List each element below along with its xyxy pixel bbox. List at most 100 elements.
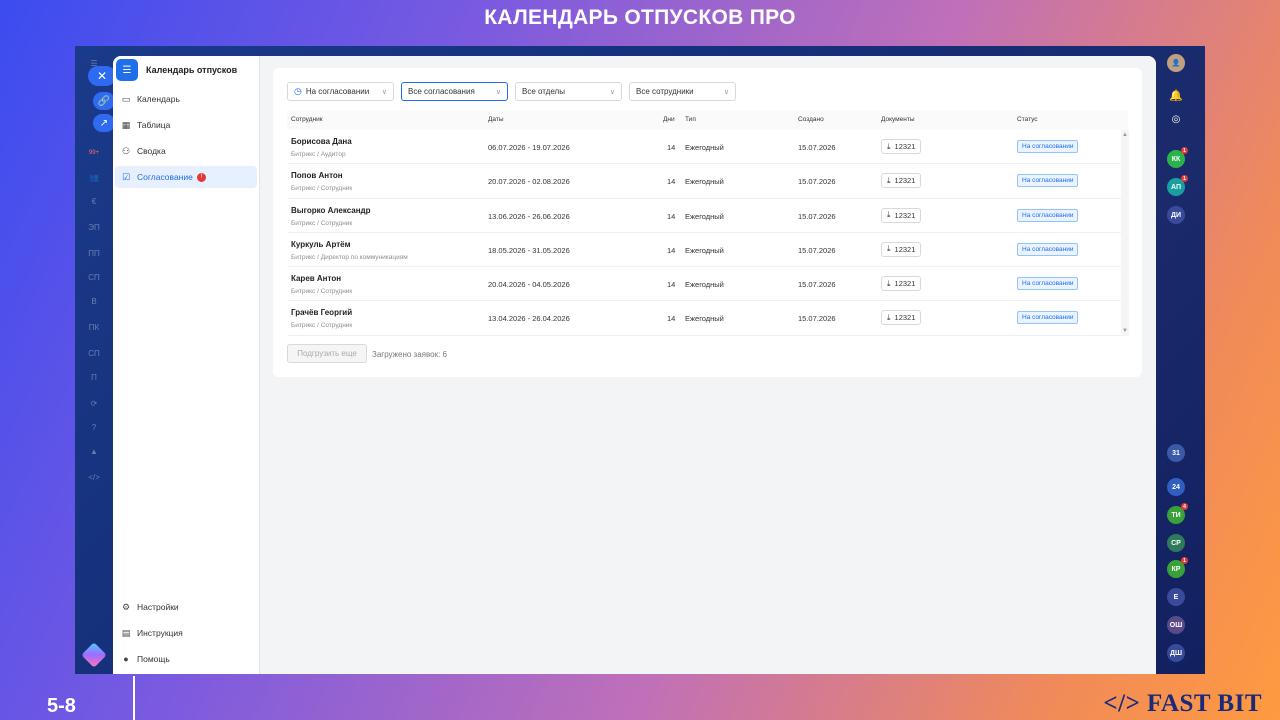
- download-icon: ⤓: [887, 210, 891, 220]
- document-button[interactable]: ⤓ 12321: [881, 241, 922, 257]
- chat-avatar[interactable]: СР: [1167, 534, 1185, 552]
- vacation-type: Ежегодный: [685, 177, 724, 187]
- rail-item-v[interactable]: В: [85, 292, 103, 310]
- table-row[interactable]: Карев Антон Битрикс / Сотрудник 20.04.2026…: [287, 267, 1128, 302]
- employees-filter-value: Все сотрудники: [636, 87, 694, 96]
- status-badge: На согласовании: [1017, 311, 1079, 325]
- download-icon: ⤓: [887, 278, 891, 288]
- chat-avatar[interactable]: ОШ: [1167, 616, 1185, 634]
- employee-name[interactable]: Попов Антон: [291, 171, 343, 180]
- departments-filter[interactable]: Все отделы ∨: [515, 82, 622, 101]
- summary-icon: ⚇: [121, 145, 131, 156]
- rail-item-pp[interactable]: ПП: [85, 244, 103, 262]
- employee-name[interactable]: Борисова Дана: [291, 137, 352, 146]
- sidebar-item-calendar[interactable]: ▭ Календарь: [115, 88, 257, 110]
- col-created[interactable]: Создано: [798, 116, 824, 123]
- calendar-icon: ▭: [121, 93, 131, 104]
- bitrix-logo-icon[interactable]: [81, 642, 107, 668]
- avatar-initials: КР: [1171, 565, 1181, 573]
- approvals-filter[interactable]: Все согласования ∨: [401, 82, 508, 101]
- sidebar-item-approval[interactable]: ☑ Согласование !: [115, 166, 257, 188]
- rail-item-p[interactable]: П: [85, 368, 103, 386]
- tasks-badge[interactable]: 99+: [85, 144, 103, 162]
- avatar-initials: КК: [1171, 155, 1181, 163]
- load-more-button[interactable]: Подгрузить еще: [287, 344, 367, 363]
- sidebar-item-settings[interactable]: ⚙ Настройки: [115, 596, 257, 618]
- col-status[interactable]: Статус: [1017, 116, 1038, 123]
- employee-role: Битрикс / Сотрудник: [291, 219, 353, 227]
- approvals-card: ◷ На согласовании ∨ Все согласования ∨ Вс…: [273, 68, 1142, 377]
- col-dates[interactable]: Даты: [488, 116, 504, 123]
- employee-name[interactable]: Грачёв Георгий: [291, 308, 352, 317]
- bell-icon[interactable]: 🔔: [1167, 86, 1185, 104]
- book-icon: ▤: [121, 627, 131, 638]
- table-scrollbar[interactable]: ▲ ▼: [1121, 130, 1129, 336]
- sidebar-item-summary[interactable]: ⚇ Сводка: [115, 140, 257, 162]
- chat-avatar[interactable]: ТИ 4: [1167, 503, 1188, 524]
- chat-avatar[interactable]: 24: [1167, 478, 1185, 496]
- unread-badge: 1: [1181, 557, 1188, 564]
- document-button[interactable]: ⤓ 12321: [881, 310, 922, 326]
- chat-avatar[interactable]: ДИ: [1167, 206, 1185, 224]
- rail-item-pk[interactable]: ПК: [85, 318, 103, 336]
- chat-avatar[interactable]: КК 1: [1167, 147, 1188, 168]
- scroll-down-icon[interactable]: ▼: [1122, 328, 1128, 334]
- sidebar-item-table[interactable]: ▦ Таблица: [115, 114, 257, 136]
- vacation-days: 14: [667, 314, 676, 324]
- crm-icon[interactable]: €: [85, 192, 103, 210]
- chat-avatar[interactable]: 31: [1167, 444, 1185, 462]
- vacation-dates: 06.07.2026 - 19.07.2026: [488, 143, 570, 152]
- chat-avatar[interactable]: КР 1: [1167, 557, 1188, 578]
- brand-logo: </> FAST BIT: [1103, 690, 1262, 717]
- employee-name[interactable]: Карев Антон: [291, 274, 341, 283]
- contacts-icon[interactable]: 👥: [85, 168, 103, 186]
- table-row[interactable]: Грачёв Георгий Битрикс / Сотрудник 13.04.2…: [287, 301, 1128, 336]
- employee-role: Битрикс / Сотрудник: [291, 322, 353, 330]
- link-icon[interactable]: 🔗: [93, 92, 115, 110]
- chat-avatar[interactable]: ДШ: [1167, 644, 1185, 662]
- sidebar-item-help[interactable]: ● Помощь: [115, 648, 257, 670]
- user-avatar[interactable]: 👤: [1167, 54, 1185, 72]
- rail-item-sp[interactable]: СП: [85, 268, 103, 286]
- table-row[interactable]: Куркуль Артём Битрикс / Директор по комму…: [287, 233, 1128, 268]
- app-menu-icon[interactable]: ☰: [116, 59, 138, 81]
- document-button[interactable]: ⤓ 12321: [881, 173, 922, 189]
- chat-avatar[interactable]: АП 1: [1167, 175, 1188, 196]
- help-rail-icon[interactable]: ?: [85, 418, 103, 436]
- chat-avatar[interactable]: Е: [1167, 588, 1185, 606]
- close-button[interactable]: ✕: [88, 66, 116, 86]
- employee-role: Битрикс / Сотрудник: [291, 185, 353, 193]
- sync-icon[interactable]: ⟳: [85, 394, 103, 412]
- filters-bar: ◷ На согласовании ∨ Все согласования ∨ Вс…: [287, 82, 736, 101]
- sidebar-item-instruction[interactable]: ▤ Инструкция: [115, 622, 257, 644]
- table-row[interactable]: Борисова Дана Битрикс / Аудитор 06.07.2026…: [287, 130, 1128, 165]
- employee-name[interactable]: Куркуль Артём: [291, 240, 351, 249]
- employee-name[interactable]: Выгорко Александр: [291, 206, 371, 215]
- vacation-dates: 18.05.2026 - 31.05.2026: [488, 245, 570, 255]
- code-icon[interactable]: </>: [85, 468, 103, 486]
- app-title: Календарь отпусков: [146, 65, 238, 75]
- table-row[interactable]: Выгорко Александр Битрикс / Сотрудник 13.0…: [287, 199, 1128, 233]
- col-days[interactable]: Дни: [663, 116, 675, 123]
- approvals-table: Сотрудник Даты Дни Тип Создано Документы…: [287, 110, 1129, 336]
- external-link-icon[interactable]: ↗: [93, 114, 115, 132]
- document-button[interactable]: ⤓ 12321: [881, 207, 922, 223]
- search-icon[interactable]: ◎: [1167, 110, 1185, 128]
- created-date: 15.07.2026: [798, 280, 836, 290]
- table-row[interactable]: Попов Антон Битрикс / Сотрудник 20.07.2026…: [287, 164, 1128, 199]
- employees-filter[interactable]: Все сотрудники ∨: [629, 82, 736, 101]
- created-date: 15.07.2026: [798, 143, 836, 152]
- app-icon[interactable]: ▲: [85, 442, 103, 460]
- avatar-initials: СР: [1171, 539, 1181, 547]
- rail-item-ep[interactable]: ЭП: [85, 218, 103, 236]
- document-button[interactable]: ⤓ 12321: [881, 276, 922, 292]
- scroll-up-icon[interactable]: ▲: [1122, 132, 1128, 138]
- unread-badge: 1: [1181, 147, 1188, 154]
- col-type[interactable]: Тип: [685, 116, 696, 123]
- status-filter[interactable]: ◷ На согласовании ∨: [287, 82, 394, 101]
- col-documents[interactable]: Документы: [881, 116, 915, 123]
- col-employee[interactable]: Сотрудник: [291, 116, 323, 123]
- rail-item-sp2[interactable]: СП: [85, 344, 103, 362]
- avatar-initials: ТИ: [1171, 511, 1181, 519]
- document-button[interactable]: ⤓ 12321: [881, 139, 922, 154]
